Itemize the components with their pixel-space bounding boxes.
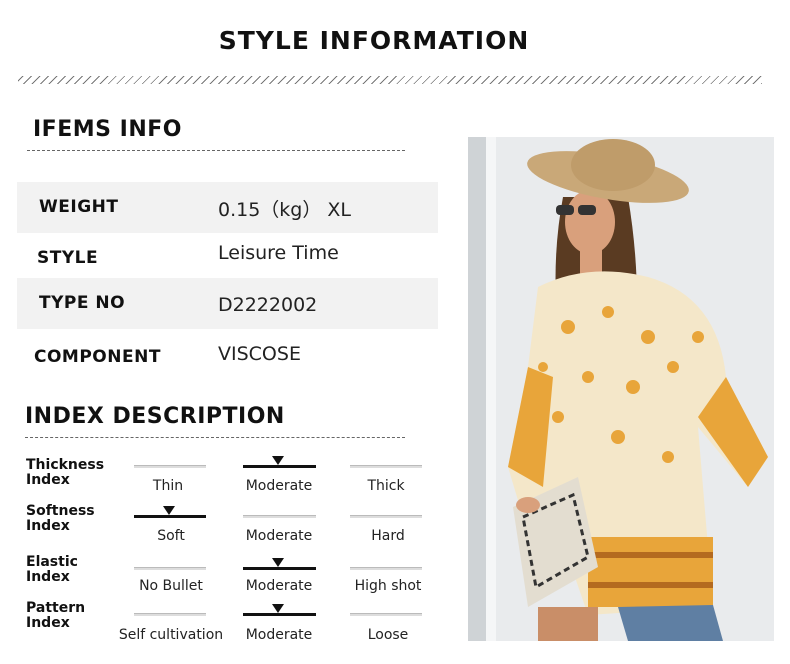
index-label-line: Index <box>26 518 70 534</box>
selected-marker-icon <box>272 604 284 613</box>
softness-bar-soft <box>134 515 206 518</box>
info-label: TYPE NO <box>39 293 126 313</box>
pattern-index-label: Pattern Index <box>26 601 85 631</box>
pattern-option: Moderate <box>245 627 313 643</box>
thickness-bar-moderate <box>243 465 316 468</box>
elastic-bar-no-bullet <box>134 567 206 570</box>
page-title: STYLE INFORMATION <box>218 26 530 55</box>
elastic-bar-moderate <box>243 567 316 570</box>
elastic-option: High shot <box>354 578 422 594</box>
softness-index-label: Softness Index <box>26 504 95 534</box>
items-info-underline <box>27 150 405 151</box>
index-label-line: Pattern <box>26 600 86 616</box>
pattern-option: Loose <box>367 627 409 643</box>
info-value: VISCOSE <box>218 343 301 365</box>
index-label-line: Softness <box>26 503 95 519</box>
thickness-index-label: Thickness Index <box>26 458 104 488</box>
info-value: D2222002 <box>218 294 318 316</box>
thickness-option: Moderate <box>245 478 313 494</box>
info-label: COMPONENT <box>34 347 161 367</box>
elastic-option: Moderate <box>245 578 313 594</box>
info-row-component: COMPONENT VISCOSE <box>17 330 438 381</box>
index-label-line: Index <box>26 615 70 631</box>
index-description-title: INDEX DESCRIPTION <box>25 404 285 429</box>
pattern-bar-loose <box>350 613 422 616</box>
pattern-bar-moderate <box>243 613 316 616</box>
index-label-line: Index <box>26 472 70 488</box>
info-row-type-no: TYPE NO D2222002 <box>17 278 438 329</box>
info-value: 0.15（kg） XL <box>218 199 352 221</box>
model-illustration <box>468 137 774 641</box>
index-label-line: Thickness <box>26 457 105 473</box>
thickness-bar-thin <box>134 465 206 468</box>
selected-marker-icon <box>272 456 284 465</box>
softness-option: Hard <box>371 528 405 544</box>
index-label-line: Elastic <box>26 554 78 570</box>
info-row-style: STYLE Leisure Time <box>17 233 438 284</box>
selected-marker-icon <box>272 558 284 567</box>
thickness-option: Thick <box>367 478 405 494</box>
index-description-underline <box>25 437 405 438</box>
thickness-bar-thick <box>350 465 422 468</box>
pattern-option: Self cultivation <box>118 627 224 643</box>
items-info-title: IFEMS INFO <box>33 117 182 142</box>
info-label: WEIGHT <box>39 197 119 217</box>
elastic-option: No Bullet <box>139 578 203 594</box>
softness-option: Soft <box>157 528 185 544</box>
softness-bar-hard <box>350 515 422 518</box>
softness-option: Moderate <box>245 528 313 544</box>
softness-bar-moderate <box>243 515 316 518</box>
product-photo <box>468 137 774 641</box>
elastic-index-label: Elastic Index <box>26 555 78 585</box>
elastic-bar-high-shot <box>350 567 422 570</box>
index-label-line: Index <box>26 569 70 585</box>
info-value: Leisure Time <box>218 242 339 264</box>
selected-marker-icon <box>163 506 175 515</box>
thickness-option: Thin <box>152 478 184 494</box>
info-row-weight: WEIGHT 0.15（kg） XL <box>17 182 438 233</box>
pattern-bar-self-cultivation <box>134 613 206 616</box>
section-divider <box>18 76 762 84</box>
info-label: STYLE <box>37 248 99 268</box>
